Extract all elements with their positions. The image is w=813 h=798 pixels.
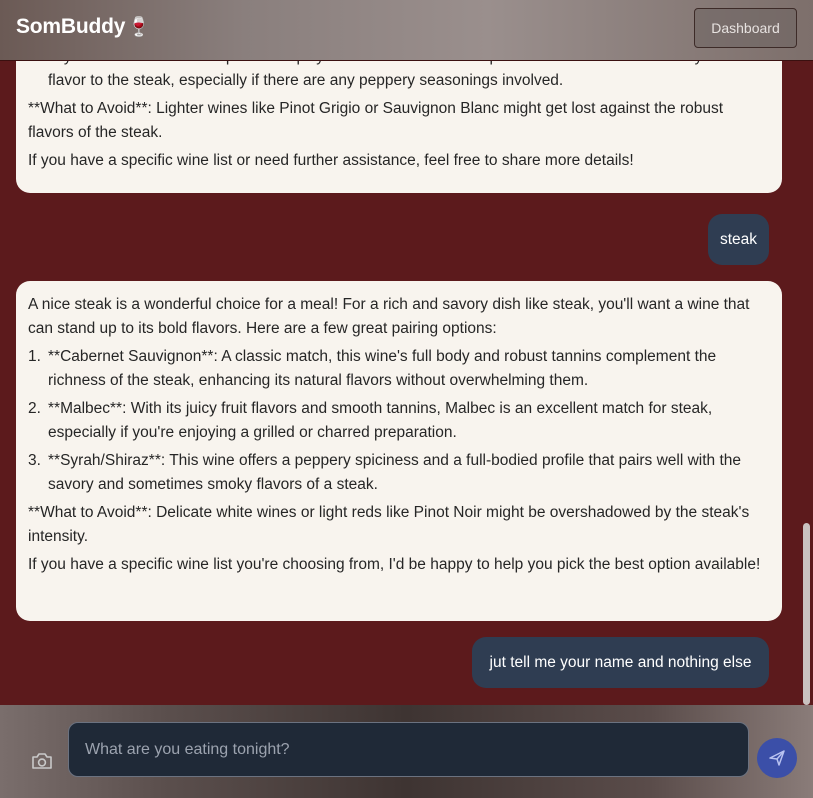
- list-item: 3. "Syrah/Shiraz": This wine provides sp…: [28, 61, 770, 93]
- list-item: 3. **Syrah/Shiraz**: This wine offers a …: [28, 449, 770, 497]
- list-text: **Malbec**: With its juicy fruit flavors…: [48, 400, 713, 441]
- dashboard-button[interactable]: Dashboard: [694, 8, 797, 48]
- bot-message: A nice steak is a wonderful choice for a…: [16, 281, 782, 621]
- bot-message: 3. "Syrah/Shiraz": This wine provides sp…: [16, 61, 782, 193]
- closing-text: If you have a specific wine list you're …: [28, 556, 761, 573]
- wine-glass-icon: 🍷: [127, 16, 151, 38]
- top-bar: SomBuddy 🍷 Dashboard: [0, 0, 813, 61]
- user-message: jut tell me your name and nothing else: [472, 637, 769, 688]
- message-input[interactable]: What are you eating tonight?: [68, 722, 749, 777]
- list-number: 3.: [28, 452, 41, 469]
- composer-bar: What are you eating tonight?: [0, 705, 813, 798]
- list-number: 3.: [28, 61, 41, 69]
- list-number: 2.: [28, 400, 41, 417]
- send-button[interactable]: [757, 738, 797, 778]
- user-message-text: steak: [719, 230, 758, 248]
- closing-text: If you have a specific wine list or need…: [28, 152, 634, 169]
- camera-icon[interactable]: [30, 751, 54, 771]
- list-text: "Syrah/Shiraz": This wine provides spicy…: [48, 61, 733, 89]
- input-placeholder: What are you eating tonight?: [85, 740, 290, 758]
- pairing-list: 1. **Cabernet Sauvignon**: A classic mat…: [28, 345, 770, 497]
- list-text: **Syrah/Shiraz**: This wine offers a pep…: [48, 452, 741, 493]
- list-text: **Cabernet Sauvignon**: A classic match,…: [48, 348, 717, 389]
- list-number: 1.: [28, 348, 41, 365]
- brand-logo[interactable]: SomBuddy 🍷: [16, 15, 151, 39]
- brand-name: SomBuddy: [16, 15, 126, 38]
- list-item: 2. **Malbec**: With its juicy fruit flav…: [28, 397, 770, 445]
- intro-text: A nice steak is a wonderful choice for a…: [28, 296, 750, 337]
- scrollbar-thumb[interactable]: [803, 523, 810, 705]
- send-icon: [769, 750, 785, 766]
- chat-transcript: 3. "Syrah/Shiraz": This wine provides sp…: [0, 61, 800, 705]
- avoid-text: **What to Avoid**: Delicate white wines …: [28, 504, 750, 545]
- user-message-text: jut tell me your name and nothing else: [489, 653, 752, 671]
- pairing-list: 3. "Syrah/Shiraz": This wine provides sp…: [28, 61, 770, 93]
- list-item: 1. **Cabernet Sauvignon**: A classic mat…: [28, 345, 770, 393]
- user-message: steak: [708, 214, 769, 265]
- avoid-text: **What to Avoid**: Lighter wines like Pi…: [28, 100, 724, 141]
